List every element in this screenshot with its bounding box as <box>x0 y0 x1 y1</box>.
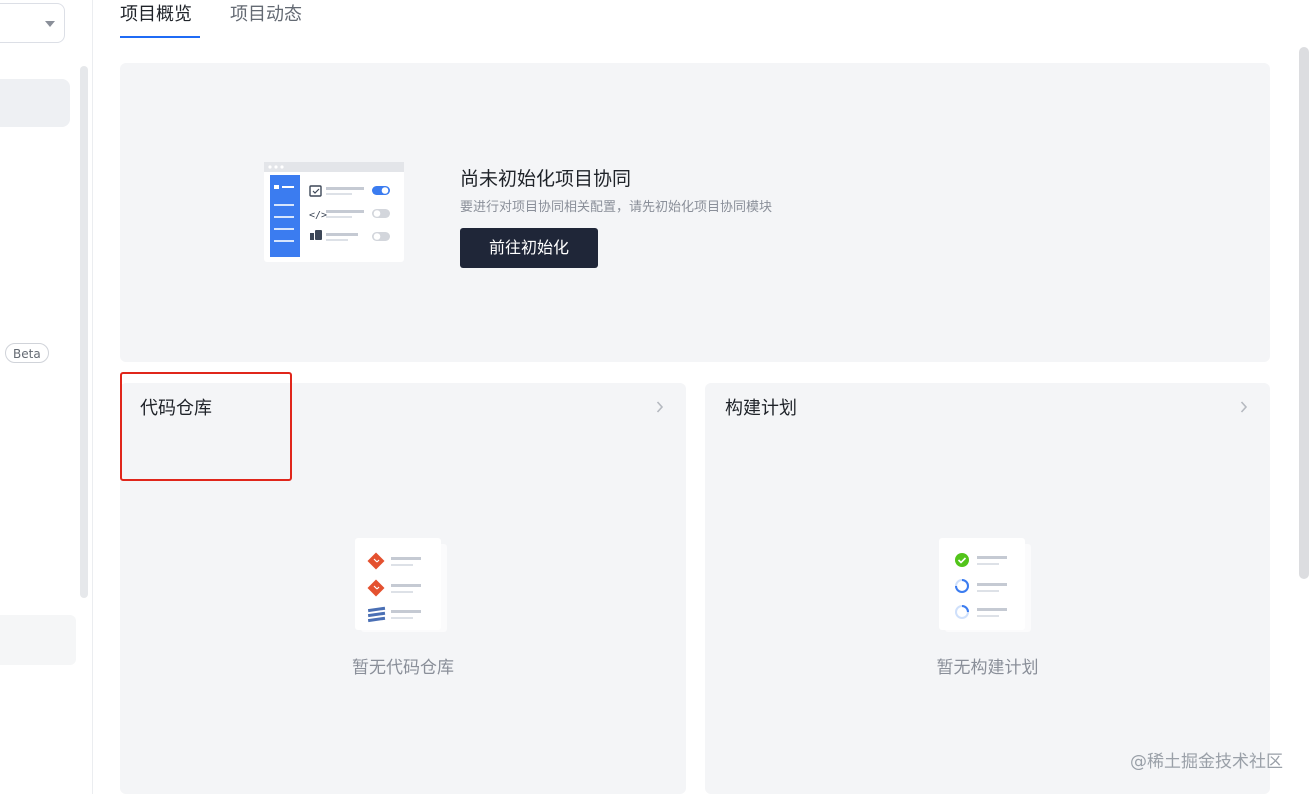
chevron-right-icon[interactable] <box>1240 400 1248 414</box>
code-repository-title: 代码仓库 <box>140 398 212 419</box>
sidebar-scrollbar[interactable] <box>80 66 88 598</box>
init-collaboration-banner: </> 尚未初始化项目协同 要进行对项目协同相关配置，请先初始化项目协同模块 前… <box>120 63 1270 362</box>
sidebar-item-active[interactable] <box>0 79 70 127</box>
collaboration-illustration-icon: </> <box>264 162 404 262</box>
tab-activity[interactable]: 项目动态 <box>230 2 302 28</box>
project-select[interactable] <box>0 3 65 43</box>
tab-active-indicator <box>120 36 200 38</box>
go-initialize-button[interactable]: 前往初始化 <box>460 228 598 268</box>
beta-badge: Beta <box>5 343 49 363</box>
svg-text:</>: </> <box>309 210 327 221</box>
sidebar-bottom-card[interactable] <box>0 615 76 665</box>
chevron-right-icon[interactable] <box>656 400 664 414</box>
banner-title: 尚未初始化项目协同 <box>460 168 632 190</box>
main-scrollbar[interactable] <box>1299 47 1309 579</box>
watermark: @稀土掘金技术社区 <box>1130 752 1283 772</box>
chevron-down-icon <box>45 21 55 27</box>
git-repo-icon <box>355 538 447 632</box>
tab-overview[interactable]: 项目概览 <box>120 2 192 28</box>
code-repository-empty-text: 暂无代码仓库 <box>352 658 454 678</box>
sidebar: Beta <box>0 0 93 794</box>
build-plan-icon <box>939 538 1031 632</box>
build-plan-card[interactable]: 构建计划 暂无构建计划 <box>705 383 1270 794</box>
build-plan-title: 构建计划 <box>725 398 797 419</box>
banner-description: 要进行对项目协同相关配置，请先初始化项目协同模块 <box>460 200 773 215</box>
code-repository-card[interactable]: 代码仓库 暂无代码仓库 <box>120 383 686 794</box>
build-plan-empty-text: 暂无构建计划 <box>936 658 1039 678</box>
